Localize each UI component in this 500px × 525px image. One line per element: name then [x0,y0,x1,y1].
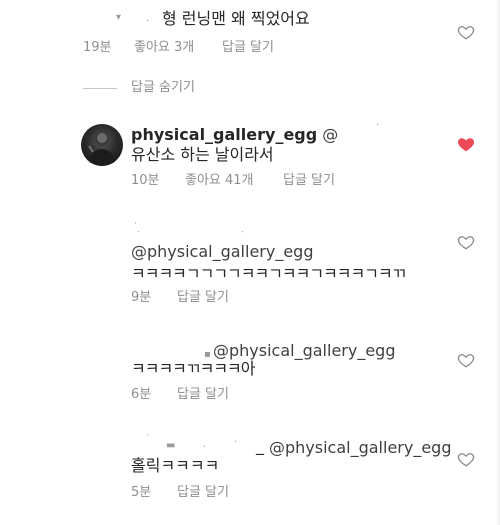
mention[interactable]: @physical_gallery_egg [213,341,396,361]
redacted-mark: · [234,437,238,448]
redacted-mark: ▬ [166,440,176,451]
reply-button[interactable]: 답글 달기 [177,387,229,403]
comment-text: 형 런닝맨 왜 찍었어요 [162,9,310,28]
comment-text: 유산소 하는 날이라서 [131,145,274,164]
divider-line [83,88,117,89]
username[interactable]: physical_gallery_egg [131,125,317,144]
heart-icon[interactable] [457,351,475,369]
comment-likes[interactable]: 좋아요 3개 [134,40,194,56]
redacted-mark: · [146,16,150,27]
mention-prefix: _ [256,436,264,455]
avatar[interactable] [81,124,123,166]
mention[interactable]: @physical_gallery_egg [269,438,452,458]
reply-button[interactable]: 답글 달기 [177,290,229,306]
comment-text: ㅋㅋㅋㅋㄱㄱㄱㄱㅋㅋㄱㅋㅋㄱㅋㅋㅋㄱㅋㄲ [131,264,406,283]
redacted-mark: ˴ [241,226,245,237]
heart-icon[interactable] [457,23,475,41]
reply-button[interactable]: 답글 달기 [177,485,229,501]
comment-header: physical_gallery_egg @ [131,125,338,145]
comment-time: 10분 [131,173,160,188]
heart-icon[interactable] [457,450,475,468]
mention[interactable]: @physical_gallery_egg [131,242,314,262]
redacted-mark: . [203,439,207,450]
heart-filled-icon[interactable] [457,135,475,153]
reply-button[interactable]: 답글 달기 [222,40,274,56]
redacted-mark: ▾ [116,12,122,23]
comment-likes[interactable]: 좋아요 41개 [185,173,254,189]
comment-time: 5분 [131,485,152,500]
heart-icon[interactable] [457,233,475,251]
hide-replies-button[interactable]: 답글 숨기기 [131,80,195,96]
comment-text: 홀릭ㅋㅋㅋㅋ [131,456,220,475]
redacted-mark: ˙ ̣ [133,222,142,233]
redacted-mark: ˙ [145,434,150,445]
comment-text: ㅋㅋㅋㅋㄲㅋㅋㅋ아 [131,359,255,378]
reply-button[interactable]: 답글 달기 [283,173,335,189]
comment-time: 9분 [131,290,152,305]
comment-time: 19분 [83,40,112,55]
avatar-figure-icon [88,132,116,166]
comment-time: 6분 [131,387,152,402]
redacted-mark: · [376,120,380,131]
mention[interactable]: @ [322,125,338,144]
